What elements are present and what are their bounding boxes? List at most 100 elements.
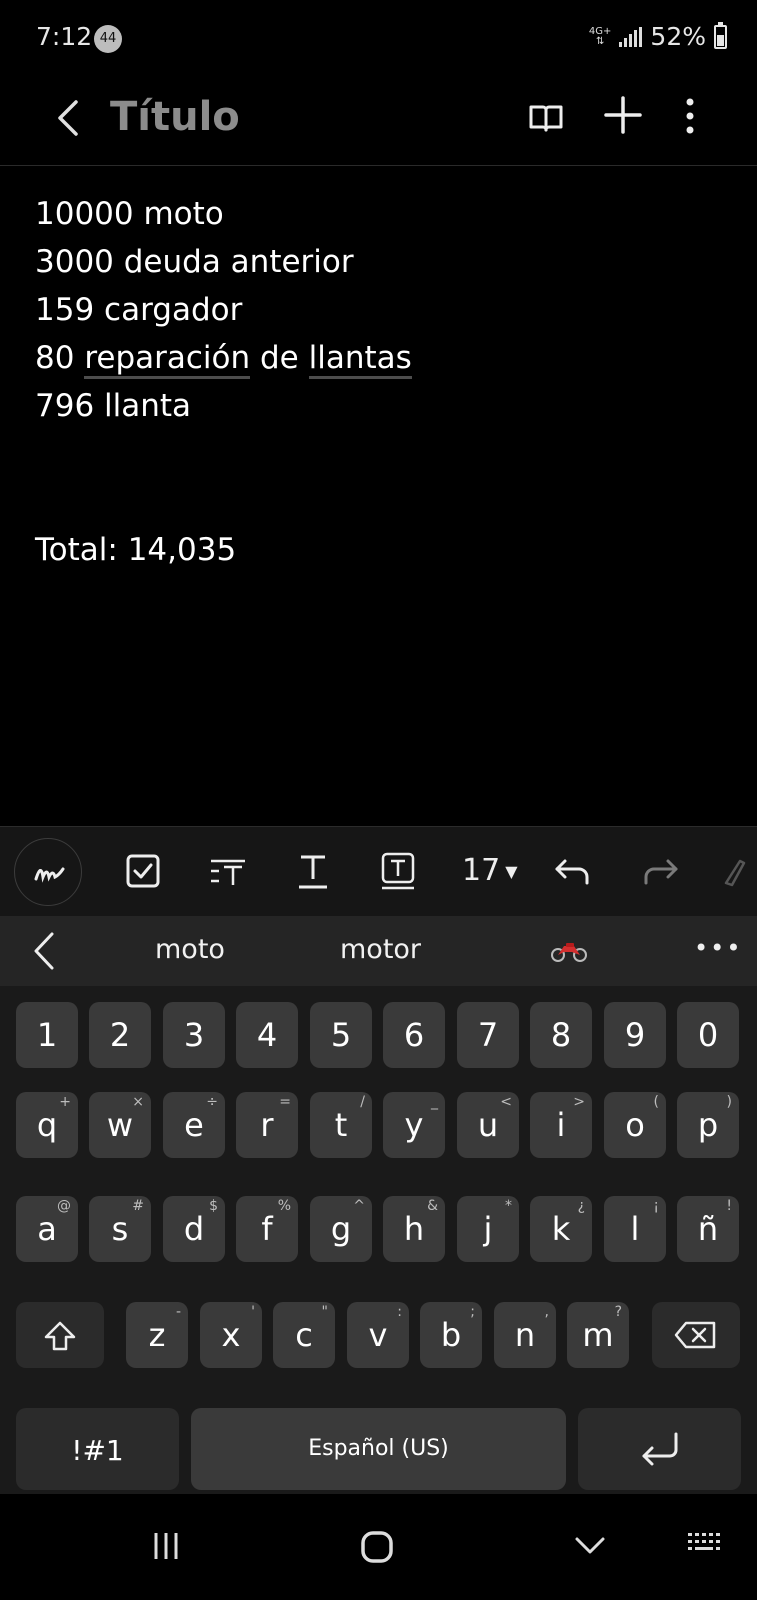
collapse-toolbar-icon[interactable] — [30, 928, 60, 974]
key-n-tilde[interactable]: ñ! — [677, 1196, 739, 1262]
backspace-key[interactable] — [652, 1302, 740, 1368]
paragraph-style-icon[interactable] — [208, 851, 248, 891]
key-label: ñ — [697, 1210, 719, 1248]
key-m[interactable]: m? — [567, 1302, 629, 1368]
note-line: 3000 deuda anterior — [35, 244, 354, 280]
reading-mode-icon[interactable] — [528, 100, 564, 136]
text-style-icon[interactable] — [293, 851, 333, 891]
key-label: t — [334, 1106, 348, 1144]
key-y[interactable]: y _ — [383, 1092, 445, 1158]
key-b[interactable]: b; — [420, 1302, 482, 1368]
key-6[interactable]: 6 — [383, 1002, 445, 1068]
key-0[interactable]: 0 — [677, 1002, 739, 1068]
shift-key[interactable] — [16, 1302, 104, 1368]
symbols-label: !#1 — [71, 1434, 124, 1467]
key-d[interactable]: d $ — [163, 1196, 225, 1262]
key-label: q — [36, 1106, 58, 1144]
key-label: r — [260, 1106, 274, 1144]
key-p[interactable]: p) — [677, 1092, 739, 1158]
network-type: 4G+ — [588, 25, 612, 37]
more-options-icon[interactable] — [678, 96, 702, 136]
key-hint: ^ — [353, 1198, 365, 1214]
key-a[interactable]: a @ — [16, 1196, 78, 1262]
key-q[interactable]: q + — [16, 1092, 78, 1158]
key-u[interactable]: u < — [457, 1092, 519, 1158]
enter-icon — [642, 1432, 677, 1466]
key-label: z — [148, 1316, 166, 1354]
note-line-prefix: 80 — [35, 340, 75, 376]
undo-icon[interactable] — [553, 851, 593, 891]
checkbox-icon[interactable] — [123, 851, 163, 891]
key-3[interactable]: 3 — [163, 1002, 225, 1068]
handwriting-icon — [34, 867, 65, 883]
space-key[interactable]: Español (US) — [191, 1408, 566, 1490]
note-title[interactable]: Título — [110, 94, 240, 140]
key-o[interactable]: o( — [604, 1092, 666, 1158]
key-hint: ' — [251, 1304, 255, 1320]
key-h[interactable]: h & — [383, 1196, 445, 1262]
key-7[interactable]: 7 — [457, 1002, 519, 1068]
key-i[interactable]: i > — [530, 1092, 592, 1158]
key-label: w — [106, 1106, 134, 1144]
key-8[interactable]: 8 — [530, 1002, 592, 1068]
key-label: k — [551, 1210, 571, 1248]
key-hint: & — [427, 1198, 438, 1214]
key-s[interactable]: s # — [89, 1196, 151, 1262]
home-icon[interactable] — [360, 1530, 394, 1564]
recent-apps-icon[interactable] — [150, 1530, 182, 1562]
key-w[interactable]: w × — [89, 1092, 151, 1158]
status-bar: 7:12 44 4G+ ⇅ 52% — [0, 0, 757, 76]
key-label: l — [630, 1210, 640, 1248]
key-label: u — [477, 1106, 499, 1144]
key-r[interactable]: r = — [236, 1092, 298, 1158]
spellcheck-word[interactable]: llantas — [308, 340, 412, 379]
enter-key[interactable] — [578, 1408, 741, 1490]
handwriting-button[interactable] — [14, 838, 82, 906]
key-t[interactable]: t / — [310, 1092, 372, 1158]
key-hint: ; — [470, 1304, 475, 1320]
redo-icon[interactable] — [640, 851, 680, 891]
font-size-selector[interactable]: 17 ▼ — [462, 853, 518, 888]
key-n[interactable]: n, — [494, 1302, 556, 1368]
key-hint: ÷ — [206, 1094, 218, 1110]
key-j[interactable]: j * — [457, 1196, 519, 1262]
keyboard: 1 2 3 4 5 6 7 8 9 0 q + w × e ÷ r = t / y _ u <… — [0, 986, 757, 1494]
key-5[interactable]: 5 — [310, 1002, 372, 1068]
spellcheck-word[interactable]: reparación — [84, 340, 251, 379]
key-label: s — [111, 1210, 129, 1248]
key-l[interactable]: l ¡ — [604, 1196, 666, 1262]
key-2[interactable]: 2 — [89, 1002, 151, 1068]
key-9[interactable]: 9 — [604, 1002, 666, 1068]
key-hint: ¿ — [577, 1198, 585, 1214]
eraser-icon[interactable] — [718, 851, 757, 891]
key-x[interactable]: x ' — [200, 1302, 262, 1368]
suggestion-item[interactable]: moto — [155, 934, 225, 965]
more-suggestions-icon[interactable]: ••• — [694, 934, 742, 962]
key-f[interactable]: f% — [236, 1196, 298, 1262]
key-c[interactable]: c " — [273, 1302, 335, 1368]
key-v[interactable]: v: — [347, 1302, 409, 1368]
motorcycle-emoji-icon[interactable] — [550, 940, 588, 962]
key-e[interactable]: e ÷ — [163, 1092, 225, 1158]
network-icon: 4G+ ⇅ — [588, 25, 612, 47]
add-icon[interactable] — [602, 94, 644, 136]
key-1[interactable]: 1 — [16, 1002, 78, 1068]
key-z[interactable]: z- — [126, 1302, 188, 1368]
key-k[interactable]: k ¿ — [530, 1196, 592, 1262]
key-hint: × — [132, 1094, 144, 1110]
note-line: 80 reparación de llantas — [35, 334, 412, 382]
suggestion-item[interactable]: motor — [340, 934, 421, 965]
key-4[interactable]: 4 — [236, 1002, 298, 1068]
symbols-key[interactable]: !#1 — [16, 1408, 179, 1490]
note-total-line: Total: 14,035 — [35, 532, 237, 568]
note-line: 10000 moto — [35, 196, 224, 232]
status-right: 4G+ ⇅ 52% — [588, 21, 727, 51]
key-hint: " — [321, 1304, 328, 1320]
back-icon[interactable] — [50, 98, 90, 138]
note-body[interactable]: 10000 moto 3000 deuda anterior 159 carga… — [35, 190, 412, 574]
hide-keyboard-icon[interactable] — [574, 1534, 606, 1558]
text-box-icon[interactable] — [378, 851, 418, 891]
key-g[interactable]: g ^ — [310, 1196, 372, 1262]
keyboard-switch-icon[interactable] — [686, 1530, 726, 1560]
key-label: c — [295, 1316, 313, 1354]
